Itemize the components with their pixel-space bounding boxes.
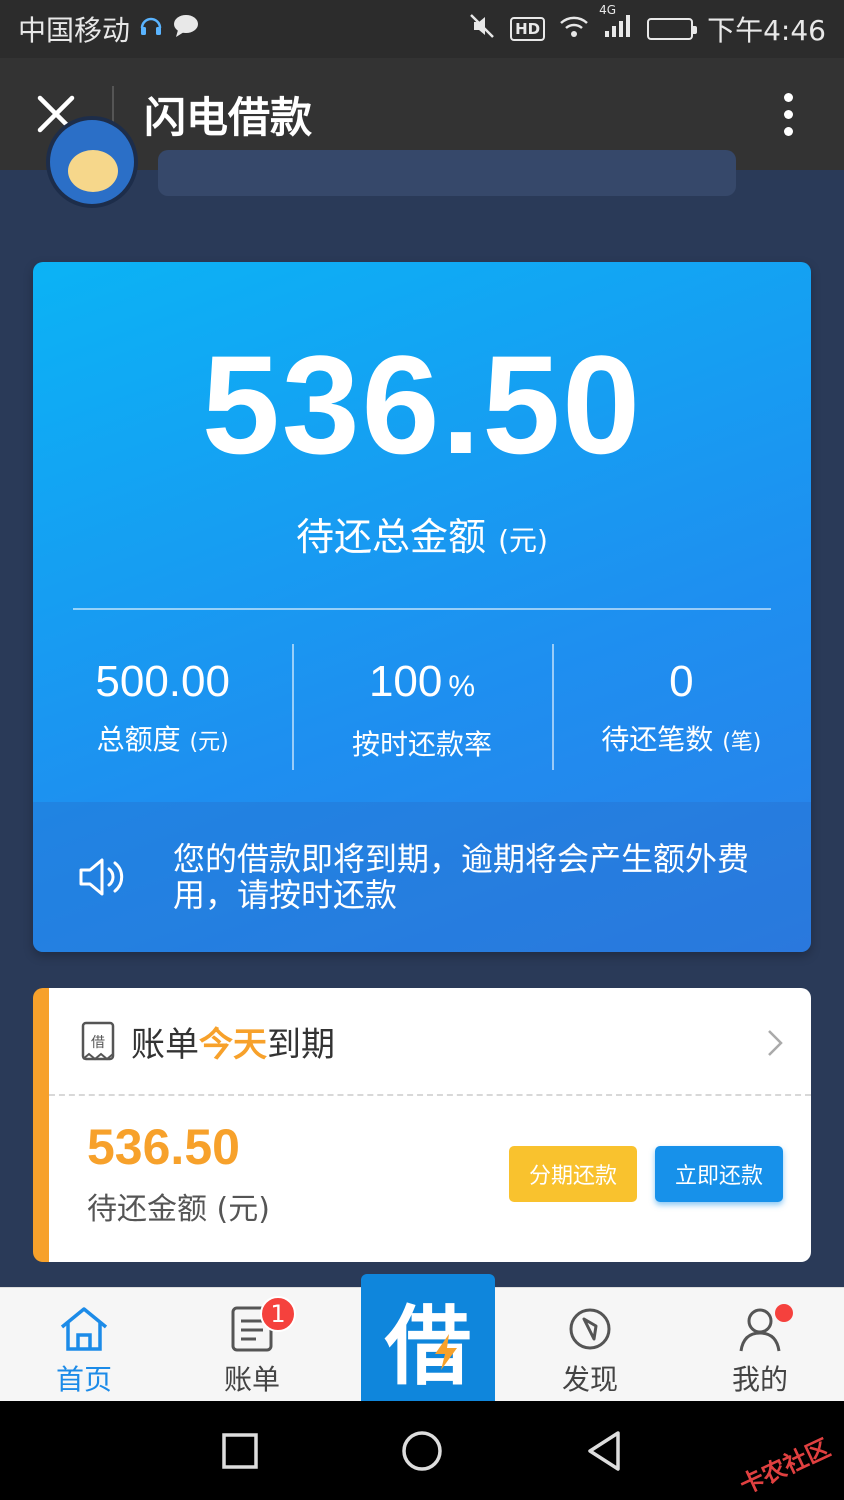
network-type: 4G — [599, 3, 617, 17]
recent-apps-icon[interactable] — [220, 1431, 260, 1471]
due-notice-text: 您的借款即将到期，逾期将会产生额外费用，请按时还款 — [173, 840, 750, 914]
scrolled-banner — [158, 150, 736, 196]
bill-amount-label: 待还金额 (元) — [87, 1192, 270, 1227]
mute-icon — [468, 12, 496, 46]
total-due-label: 待还总金额 (元) — [296, 515, 548, 559]
stats-row: 500.00 总额度 (元) 100% 按时还款率 0 待还笔数 (笔) — [33, 642, 811, 770]
chat-icon — [172, 14, 200, 44]
system-nav-bar: 卡农社区 — [0, 1401, 844, 1500]
tab-home-label: 首页 — [55, 1363, 112, 1396]
card-divider — [73, 608, 771, 610]
home-circle-icon[interactable] — [400, 1429, 444, 1473]
tab-discover-label: 发现 — [561, 1363, 618, 1396]
tab-discover[interactable]: 发现 — [506, 1288, 674, 1402]
more-menu-button[interactable] — [732, 58, 844, 170]
pay-now-button[interactable]: 立即还款 — [655, 1146, 783, 1202]
tab-home[interactable]: 首页 — [0, 1288, 168, 1402]
repayment-summary-card: 536.50 待还总金额 (元) 500.00 总额度 (元) 100% 按时还… — [33, 262, 811, 952]
battery-icon — [647, 18, 698, 40]
svg-text:借: 借 — [91, 1035, 105, 1051]
carrier-label: 中国移动 — [18, 14, 131, 47]
speaker-icon — [79, 858, 124, 896]
clock: 下午4:46 — [707, 14, 826, 47]
tab-mine-label: 我的 — [731, 1363, 788, 1396]
bills-badge: 1 — [260, 1296, 296, 1332]
signal-icon: 4G — [599, 3, 633, 45]
hd-badge: HD — [510, 17, 546, 41]
tab-borrow[interactable]: 借 — [361, 1274, 495, 1402]
avatar[interactable] — [46, 116, 138, 208]
stat-total-credit: 500.00 总额度 (元) — [95, 657, 230, 756]
wifi-icon — [559, 14, 589, 44]
stat-ontime-rate: 100% 按时还款率 — [292, 642, 551, 770]
installment-button[interactable]: 分期还款 — [509, 1146, 637, 1202]
tab-bills[interactable]: 1 账单 — [168, 1288, 336, 1402]
compass-icon — [569, 1308, 611, 1350]
mine-notification-dot — [775, 1304, 793, 1322]
dashed-divider — [49, 1094, 811, 1096]
bill-card[interactable]: 借 账单今天到期 536.50 待还金额 (元) 分期还款 立即还款 — [33, 988, 811, 1262]
more-dots-icon — [783, 92, 793, 102]
bill-amount: 536.50 — [87, 1119, 240, 1175]
tab-bills-label: 账单 — [223, 1363, 280, 1396]
lightning-icon — [435, 1334, 457, 1370]
stat-pending-count: 0 待还笔数 (笔) — [551, 642, 811, 770]
bill-document-icon: 借 — [81, 1021, 115, 1061]
watermark-logo: 卡农社区 — [735, 1433, 835, 1500]
headset-icon — [138, 13, 164, 45]
due-notice: 您的借款即将到期，逾期将会产生额外费用，请按时还款 — [33, 802, 811, 952]
chevron-right-icon — [768, 1030, 783, 1056]
status-bar: 中国移动 HD 4G 下午4:46 — [0, 0, 844, 58]
back-icon[interactable] — [584, 1429, 624, 1473]
tab-mine[interactable]: 我的 — [676, 1288, 844, 1402]
bill-title: 账单今天到期 — [131, 1024, 335, 1065]
bill-header[interactable]: 借 账单今天到期 — [49, 988, 811, 1094]
total-due-amount: 536.50 — [201, 326, 643, 483]
home-icon — [60, 1307, 108, 1351]
page-title: 闪电借款 — [144, 92, 313, 142]
